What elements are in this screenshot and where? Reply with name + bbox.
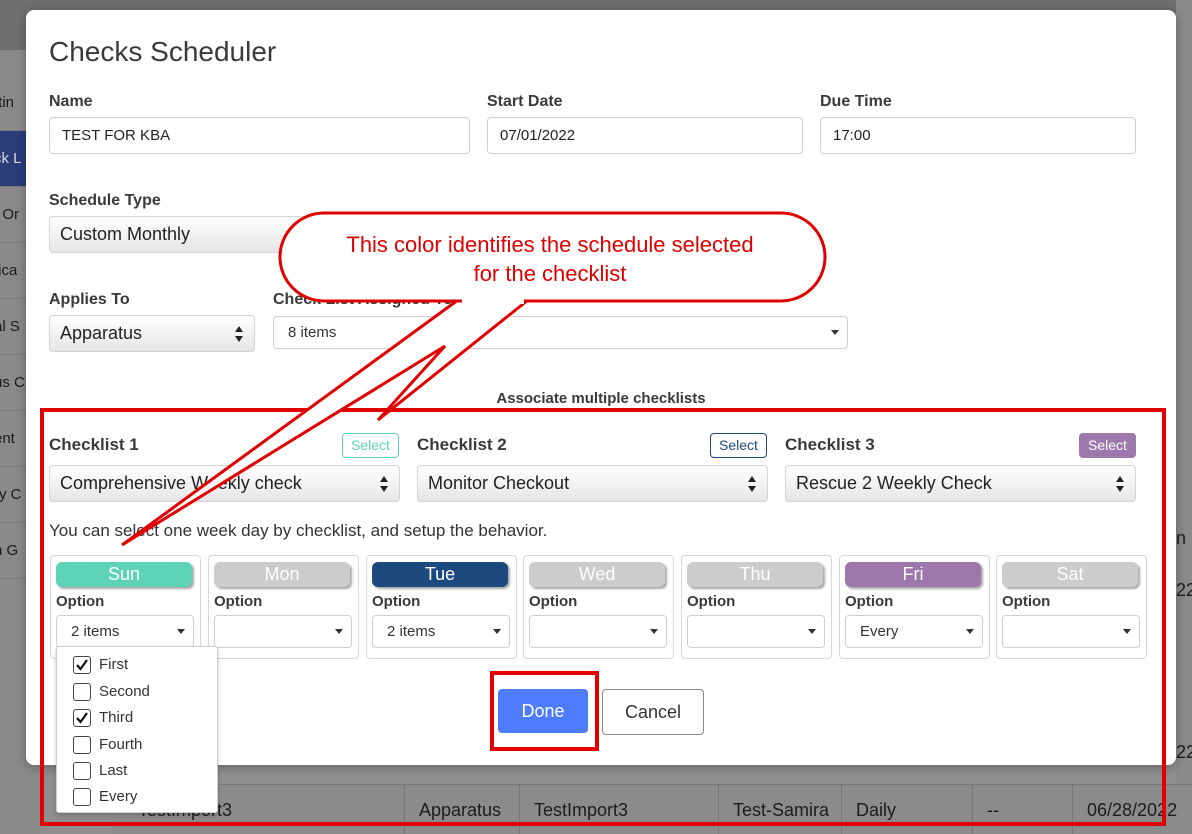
annotation-callout xyxy=(121,211,827,547)
annotation-line-1: This color identifies the schedule selec… xyxy=(346,232,754,257)
annotation-callout-text: This color identifies the schedule selec… xyxy=(300,230,800,288)
annotation-line-2: for the checklist xyxy=(473,261,627,286)
